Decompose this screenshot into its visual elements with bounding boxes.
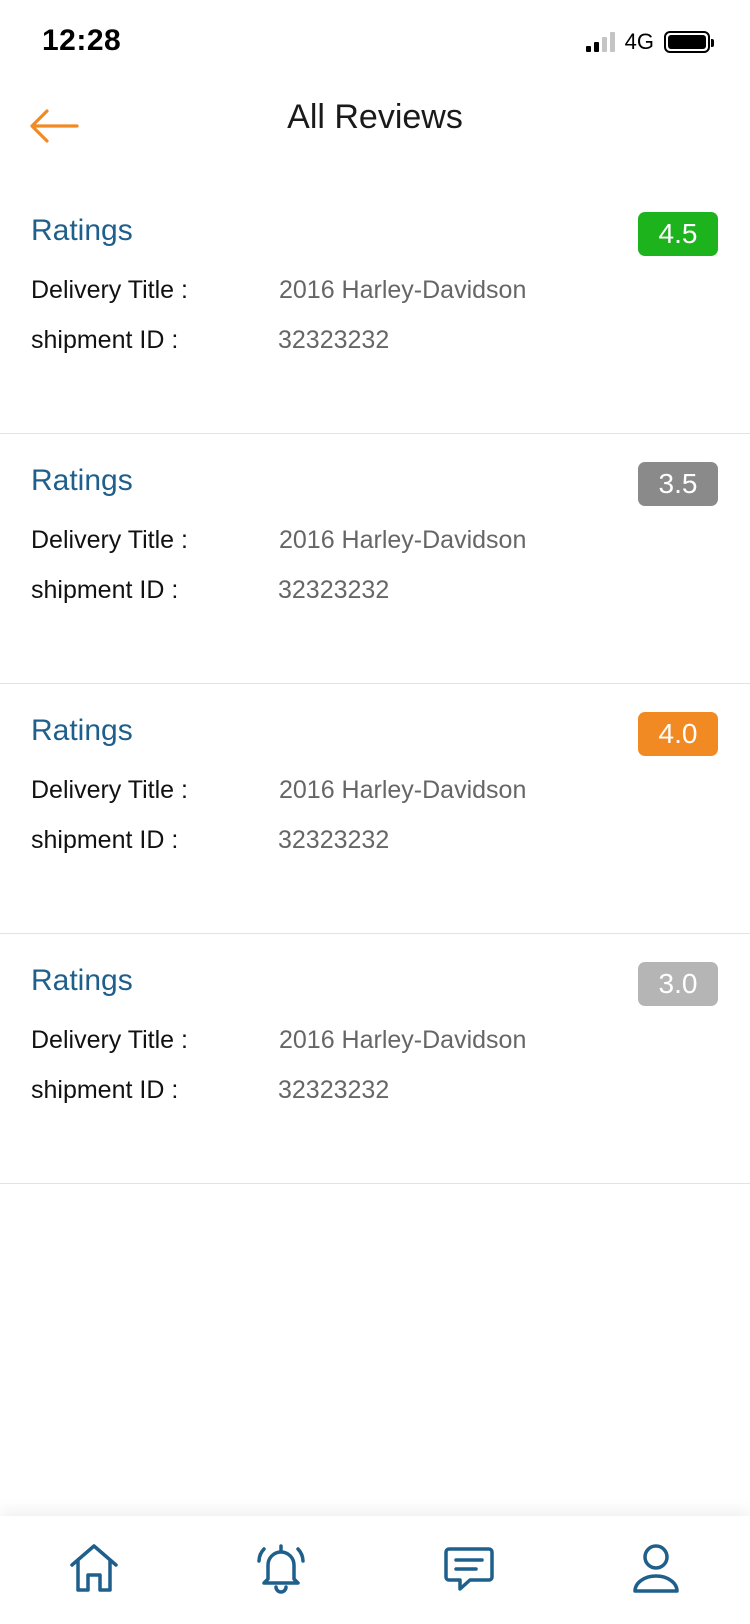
delivery-title-row: Delivery Title : 2016 Harley-Davidson xyxy=(31,276,526,305)
review-card[interactable]: Ratings 4.5 Delivery Title : 2016 Harley… xyxy=(0,184,750,434)
shipment-id-row: shipment ID : 32323232 xyxy=(31,826,389,855)
delivery-title-label: Delivery Title : xyxy=(31,526,188,554)
shipment-id-row: shipment ID : 32323232 xyxy=(31,1076,389,1105)
home-icon xyxy=(70,1544,118,1592)
shipment-id-value: 32323232 xyxy=(278,1076,390,1104)
nav-home[interactable] xyxy=(59,1533,129,1603)
shipment-id-value: 32323232 xyxy=(278,576,390,604)
status-indicators: 4G xyxy=(585,28,714,56)
delivery-title-row: Delivery Title : 2016 Harley-Davidson xyxy=(31,776,526,805)
delivery-title-label: Delivery Title : xyxy=(31,776,188,804)
status-bar: 12:28 4G xyxy=(0,0,750,84)
rating-badge: 3.5 xyxy=(638,462,718,506)
shipment-id-label: shipment ID : xyxy=(31,1076,179,1104)
battery-icon xyxy=(664,31,714,53)
status-time: 12:28 xyxy=(42,24,122,57)
shipment-id-value: 32323232 xyxy=(278,826,390,854)
delivery-title-value: 2016 Harley-Davidson xyxy=(279,526,527,554)
profile-icon xyxy=(633,1544,679,1593)
ratings-label: Ratings xyxy=(31,464,133,497)
nav-messages[interactable] xyxy=(434,1533,504,1603)
shipment-id-value: 32323232 xyxy=(278,326,390,354)
shipment-id-label: shipment ID : xyxy=(31,826,179,854)
delivery-title-value: 2016 Harley-Davidson xyxy=(279,776,527,804)
ratings-label: Ratings xyxy=(31,964,133,997)
shipment-id-row: shipment ID : 32323232 xyxy=(31,326,389,355)
delivery-title-row: Delivery Title : 2016 Harley-Davidson xyxy=(31,1026,526,1055)
review-card[interactable]: Ratings 3.0 Delivery Title : 2016 Harley… xyxy=(0,934,750,1184)
nav-profile[interactable] xyxy=(621,1533,691,1603)
review-list: Ratings 4.5 Delivery Title : 2016 Harley… xyxy=(0,184,750,1184)
review-card[interactable]: Ratings 4.0 Delivery Title : 2016 Harley… xyxy=(0,684,750,934)
bottom-nav xyxy=(0,1516,750,1624)
shipment-id-label: shipment ID : xyxy=(31,576,179,604)
nav-notifications[interactable] xyxy=(246,1533,316,1603)
network-type: 4G xyxy=(624,29,654,54)
delivery-title-value: 2016 Harley-Davidson xyxy=(279,1026,527,1054)
ratings-label: Ratings xyxy=(31,714,133,747)
bell-icon xyxy=(257,1544,305,1594)
rating-badge: 4.0 xyxy=(638,712,718,756)
rating-badge: 3.0 xyxy=(638,962,718,1006)
header: All Reviews xyxy=(0,84,750,184)
review-card[interactable]: Ratings 3.5 Delivery Title : 2016 Harley… xyxy=(0,434,750,684)
delivery-title-value: 2016 Harley-Davidson xyxy=(279,276,527,304)
signal-icon xyxy=(585,32,615,52)
delivery-title-row: Delivery Title : 2016 Harley-Davidson xyxy=(31,526,526,555)
shipment-id-row: shipment ID : 32323232 xyxy=(31,576,389,605)
page-title: All Reviews xyxy=(287,98,463,136)
ratings-label: Ratings xyxy=(31,214,133,247)
chat-icon xyxy=(444,1547,494,1591)
delivery-title-label: Delivery Title : xyxy=(31,1026,188,1054)
shipment-id-label: shipment ID : xyxy=(31,326,179,354)
rating-badge: 4.5 xyxy=(638,212,718,256)
delivery-title-label: Delivery Title : xyxy=(31,276,188,304)
